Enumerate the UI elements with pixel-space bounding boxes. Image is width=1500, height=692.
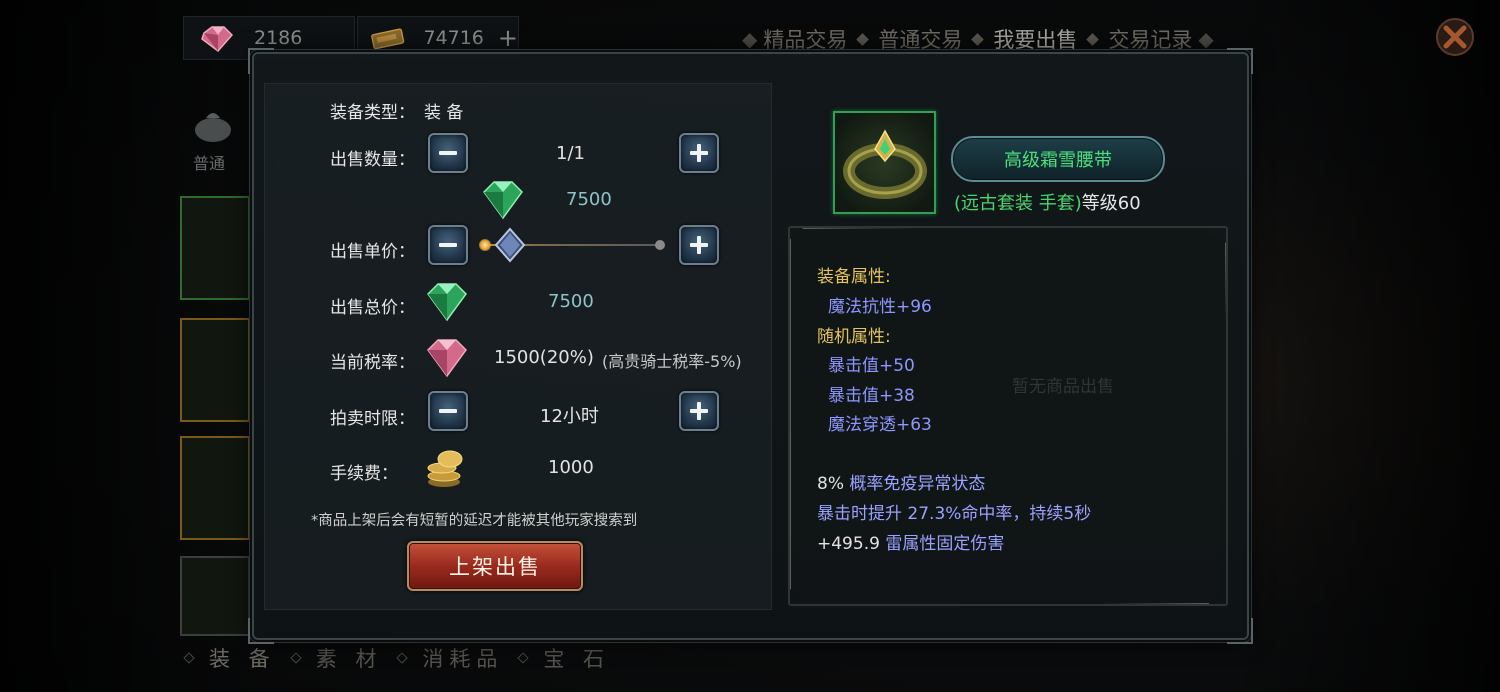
quantity-value: 1/1 <box>556 143 585 164</box>
list-for-sale-button[interactable]: 上架出售 <box>407 541 583 591</box>
sidebar-item-slot[interactable] <box>180 318 250 422</box>
slider-end-dot <box>655 240 665 250</box>
random-attr-item: 魔法穿透+63 <box>828 415 932 435</box>
tab-separator-icon <box>396 652 409 664</box>
frame-corner <box>248 48 274 74</box>
tab-trade-history[interactable]: 交易记录 <box>1102 24 1198 54</box>
price-increase-button[interactable] <box>679 225 719 265</box>
sidebar-item-slot[interactable] <box>180 436 250 540</box>
tax-discount-note: (高贵骑士税率-5%) <box>602 352 742 371</box>
random-attr-title: 随机属性: <box>817 327 891 347</box>
total-price-label: 出售总价： <box>330 298 415 318</box>
pink-gem-icon <box>427 339 467 378</box>
special-effect-text: 暴击时提升 27.3%命中率，持续5秒 <box>817 504 1092 524</box>
item-subtitle: (远古套装 手套)等级60 <box>954 189 1141 215</box>
fee-value: 1000 <box>548 457 594 478</box>
pink-gem-icon <box>201 26 234 53</box>
equip-attr-item: 魔法抗性+96 <box>828 297 932 317</box>
special-effect-line: 暴击时提升 27.3%命中率，持续5秒 <box>817 499 1091 524</box>
type-label: 装备类型： <box>330 103 415 123</box>
special-effect-line: 8% 概率免疫异常状态 <box>817 469 985 494</box>
fee-label: 手续费： <box>330 464 398 484</box>
random-attr-item: 暴击值+38 <box>828 386 915 406</box>
special-effect-text: 雷属性固定伤害 <box>879 534 1005 554</box>
tab-normal-trade[interactable]: 普通交易 <box>872 24 968 54</box>
tab-ornament-right-icon: ◆ <box>1198 27 1214 51</box>
tax-value: 1500(20%) <box>494 347 594 368</box>
quantity-increase-button[interactable] <box>679 133 719 173</box>
add-gold-button[interactable]: + <box>498 24 518 52</box>
gold-ingot-icon <box>371 28 405 50</box>
tab-separator-icon <box>290 652 302 664</box>
listing-delay-note: *商品上架后会有短暂的延迟才能被其他玩家搜索到 <box>311 513 638 529</box>
sidebar-item-slot[interactable] <box>180 196 250 300</box>
tab-separator-icon <box>517 652 530 664</box>
bottom-tab-gems[interactable]: 宝 石 <box>543 643 610 673</box>
bottom-category-tabs: 装 备 素 材 消耗品 宝 石 <box>183 640 626 676</box>
bottom-tab-materials[interactable]: 素 材 <box>316 643 383 673</box>
duration-value: 12小时 <box>540 406 599 427</box>
type-value: 装 备 <box>424 103 464 123</box>
tab-separator-icon <box>1086 32 1100 46</box>
top-tab-bar: ◆ 精品交易 普通交易 我要出售 交易记录 ◆ <box>742 22 1214 56</box>
close-icon[interactable] <box>1432 14 1478 60</box>
tab-separator-icon <box>183 652 195 664</box>
special-effect-text: 概率免疫异常状态 <box>843 474 986 494</box>
unit-price-label: 出售单价： <box>330 242 415 262</box>
frame-corner <box>1227 48 1253 74</box>
tab-ornament-left-icon: ◆ <box>742 27 758 51</box>
equip-attr-title: 装备属性: <box>817 267 891 287</box>
sidebar-category-normal[interactable]: 普通 <box>193 150 225 174</box>
random-attr-item: 暴击值+50 <box>828 356 915 376</box>
item-set-info: (远古套装 手套) <box>954 193 1082 214</box>
unit-price-gem-value: 7500 <box>566 189 612 210</box>
green-gem-icon <box>483 181 523 220</box>
duration-decrease-button[interactable] <box>428 391 468 431</box>
tab-separator-icon <box>971 32 985 46</box>
duration-increase-button[interactable] <box>679 391 719 431</box>
belt-icon <box>843 129 927 199</box>
quantity-label: 出售数量： <box>330 150 415 170</box>
tab-premium-trade[interactable]: 精品交易 <box>757 24 853 54</box>
money-bag-icon <box>195 113 231 142</box>
price-decrease-button[interactable] <box>428 225 468 265</box>
item-name-plate: 高级霜雪腰带 <box>951 136 1165 182</box>
frame-corner <box>1227 618 1253 644</box>
sidebar-item-slot[interactable] <box>180 556 250 636</box>
gold-coins-icon <box>427 450 463 487</box>
bottom-tab-consumables[interactable]: 消耗品 <box>422 643 503 673</box>
green-gem-icon <box>427 283 467 322</box>
item-icon-frame[interactable] <box>833 111 936 214</box>
gem-amount: 2186 <box>254 27 303 49</box>
total-price-value: 7500 <box>548 291 594 312</box>
slider-start-glow <box>479 239 491 251</box>
tab-sell[interactable]: 我要出售 <box>987 24 1083 54</box>
special-effect-value: +495.9 <box>817 534 880 554</box>
empty-listing-notice: 暂无商品出售 <box>1012 377 1114 397</box>
item-level: 等级60 <box>1081 193 1141 214</box>
quantity-decrease-button[interactable] <box>428 133 468 173</box>
duration-label: 拍卖时限： <box>330 409 415 429</box>
special-effect-line: +495.9 雷属性固定伤害 <box>817 529 1004 554</box>
frame-corner <box>248 618 274 644</box>
tax-rate-label: 当前税率： <box>330 353 415 373</box>
bottom-tab-equipment[interactable]: 装 备 <box>209 643 276 673</box>
gold-amount: 74716 <box>423 27 484 49</box>
tab-separator-icon <box>856 32 870 46</box>
slider-knob-diamond-icon[interactable] <box>492 227 528 263</box>
special-effect-value: 8% <box>817 474 844 494</box>
